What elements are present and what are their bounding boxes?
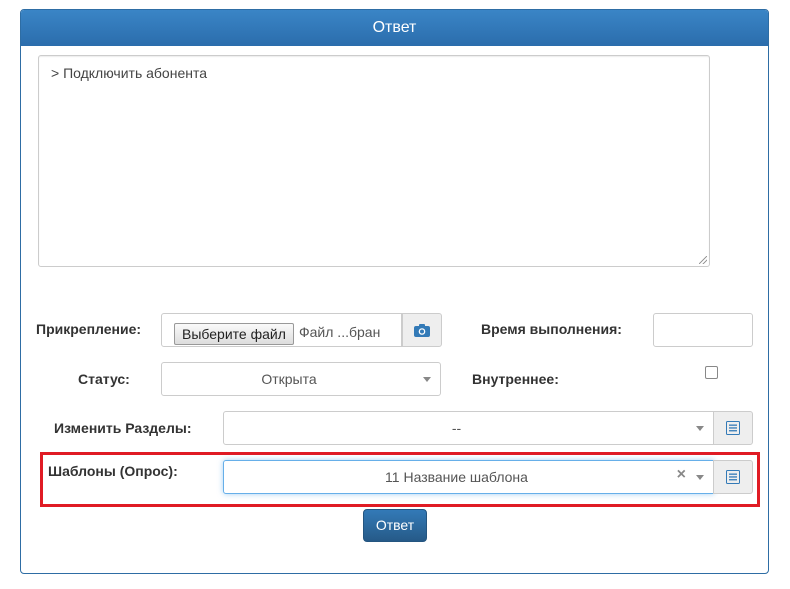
- templates-label: Шаблоны (Опрос):: [48, 463, 178, 479]
- sections-list-button[interactable]: [713, 411, 753, 445]
- choose-file-button[interactable]: Выберите файл: [174, 323, 294, 345]
- templates-select[interactable]: 11 Название шаблона ×: [223, 460, 714, 494]
- panel-title: Ответ: [21, 10, 768, 46]
- chevron-down-icon: [423, 377, 431, 382]
- sections-select[interactable]: --: [223, 411, 714, 445]
- submit-reply-button[interactable]: Ответ: [363, 509, 427, 542]
- sections-value: --: [451, 420, 462, 436]
- sections-label: Изменить Разделы:: [54, 420, 192, 436]
- file-input[interactable]: Выберите файл Файл ...бран: [161, 313, 402, 347]
- answer-textarea[interactable]: > Подключить абонента: [38, 55, 710, 267]
- internal-label: Внутреннее:: [472, 371, 559, 387]
- chevron-down-icon: [696, 475, 704, 480]
- camera-button[interactable]: [402, 313, 442, 347]
- answer-text: > Подключить абонента: [51, 65, 208, 81]
- attachment-label: Прикрепление:: [36, 321, 142, 337]
- list-icon: [726, 421, 740, 435]
- clear-icon[interactable]: ×: [677, 466, 686, 484]
- status-label: Статус:: [78, 371, 130, 387]
- status-select[interactable]: Открыта: [161, 362, 441, 396]
- templates-list-button[interactable]: [713, 460, 753, 494]
- chevron-down-icon: [696, 426, 704, 431]
- camera-icon: [414, 323, 430, 337]
- list-icon: [726, 470, 740, 484]
- time-label: Время выполнения:: [481, 321, 622, 337]
- time-input[interactable]: [653, 313, 753, 347]
- status-value: Открыта: [261, 371, 317, 387]
- templates-value: 11 Название шаблона: [385, 469, 528, 485]
- file-name-text: Файл ...бран: [299, 324, 381, 340]
- resize-grip-icon[interactable]: [699, 256, 707, 264]
- internal-checkbox[interactable]: [705, 366, 718, 379]
